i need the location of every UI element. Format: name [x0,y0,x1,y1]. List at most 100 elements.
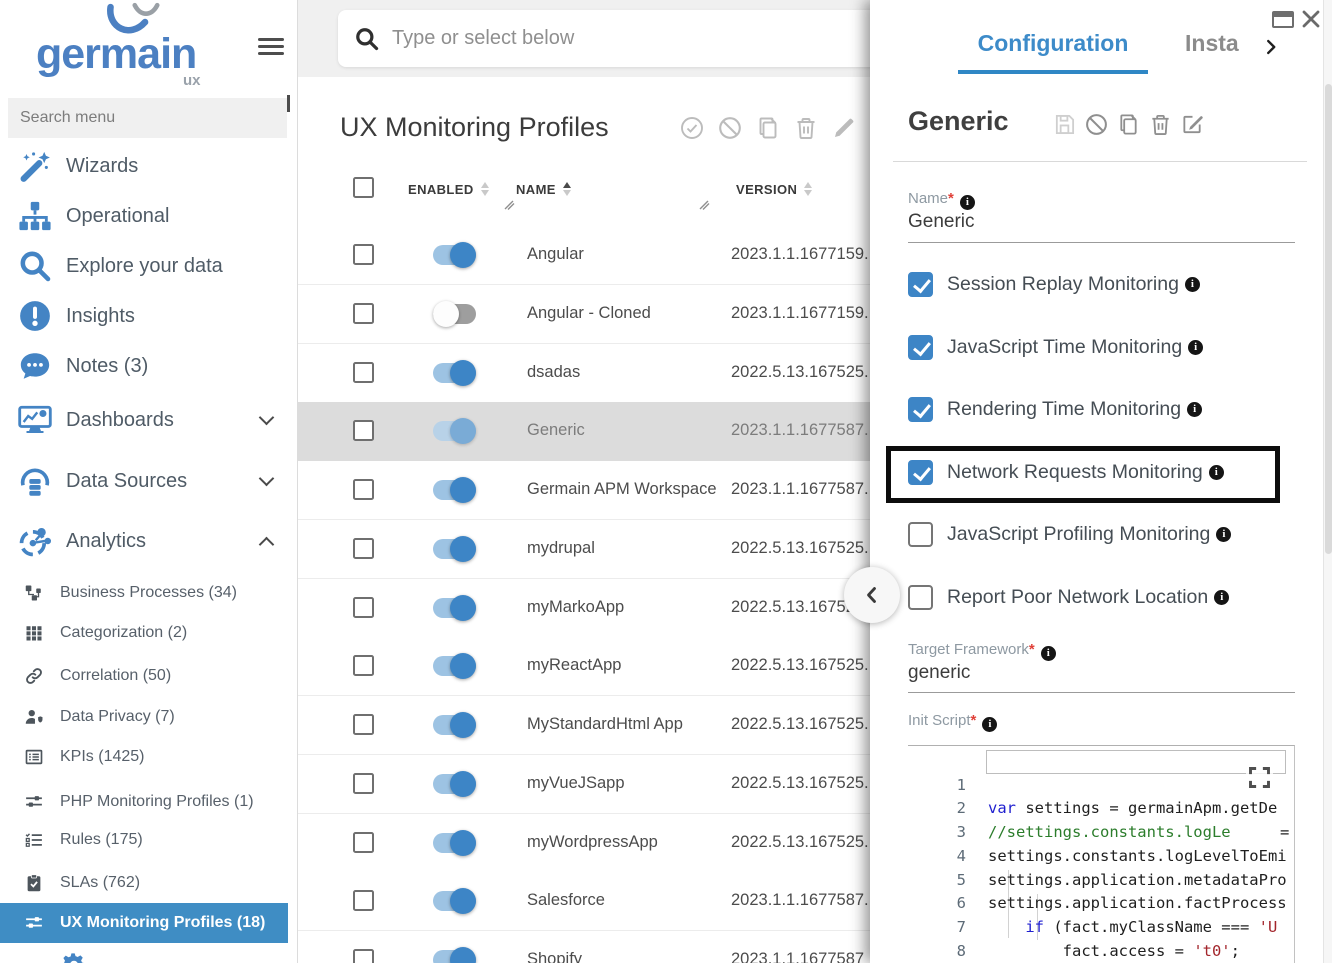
copy-icon[interactable] [756,116,780,140]
info-icon[interactable]: i [1209,465,1224,480]
name-field-value[interactable]: Generic [908,211,975,233]
sidebar-subitem-business-processes[interactable]: Business Processes (34) [0,573,288,613]
option-checkbox[interactable] [908,585,933,610]
table-row[interactable]: dsadas 2022.5.13.167525. [298,344,870,403]
table-row[interactable]: Salesforce 2023.1.1.1677587. [298,872,870,931]
enabled-toggle[interactable] [433,245,476,265]
sidebar-subitem-kpis[interactable]: KPIs (1425) [0,737,288,777]
enabled-toggle[interactable] [433,421,476,441]
sidebar-item-notes-3[interactable]: Notes (3) [0,344,288,388]
info-icon[interactable]: i [1187,402,1202,417]
column-header-name[interactable]: NAME [516,181,572,197]
table-row[interactable]: myMarkoApp 2022.5.13.167525. [298,579,870,638]
sort-icon-asc[interactable] [563,181,572,197]
init-script-editor[interactable]: 1 var settings = germainApm.getDe 2 //se… [908,745,1295,963]
sidebar-subitem-data-privacy[interactable]: Data Privacy (7) [0,697,288,737]
table-row[interactable]: Shopify 2023.1.1.1677587 [298,931,870,963]
info-icon[interactable]: i [1188,340,1203,355]
tab-installation[interactable]: Insta [1185,30,1239,57]
table-row[interactable]: Angular - Cloned 2023.1.1.1677159. [298,285,870,344]
table-row[interactable]: Germain APM Workspace 2023.1.1.1677587. [298,461,870,520]
enabled-toggle[interactable] [433,833,476,853]
table-row[interactable]: Generic 2023.1.1.1677587. [298,402,870,461]
option-checkbox[interactable] [908,460,933,485]
collapse-panel-button[interactable] [844,567,900,623]
info-icon[interactable]: i [1185,277,1200,292]
table-row[interactable]: myWordpressApp 2022.5.13.167525. [298,814,870,873]
sidebar-item-explore-your-data[interactable]: Explore your data [0,244,288,288]
row-checkbox[interactable] [353,714,374,735]
row-checkbox[interactable] [353,832,374,853]
row-checkbox[interactable] [353,597,374,618]
save-icon[interactable] [1053,113,1076,136]
chevron-down-icon[interactable] [259,410,275,426]
sidebar-subitem-slas[interactable]: SLAs (762) [0,863,288,903]
table-row[interactable]: mydrupal 2022.5.13.167525. [298,520,870,579]
detail-scrollbar[interactable] [1323,0,1332,963]
option-checkbox[interactable] [908,522,933,547]
sort-icon[interactable] [481,181,490,197]
sidebar-item-wizards[interactable]: Wizards [0,144,288,188]
target-framework-value[interactable]: generic [908,662,970,684]
table-row[interactable]: Angular 2023.1.1.1677159. [298,226,870,285]
sidebar-item-dashboards[interactable]: Dashboards [0,398,288,442]
sidebar-subitem-ux-monitoring-profiles[interactable]: UX Monitoring Profiles (18) [0,903,288,943]
sort-icon[interactable] [804,181,813,197]
sidebar-item-insights[interactable]: Insights [0,294,288,338]
enabled-toggle[interactable] [433,539,476,559]
window-restore-icon[interactable] [1272,11,1294,28]
option-checkbox[interactable] [908,272,933,297]
sidebar-search-input[interactable] [8,98,287,138]
edit-icon[interactable] [1181,113,1204,136]
pencil-icon[interactable] [832,116,856,140]
chevron-down-icon[interactable] [259,471,275,487]
sidebar-scrollbar-thumb[interactable] [287,95,290,112]
enabled-toggle[interactable] [433,363,476,383]
enabled-toggle[interactable] [433,598,476,618]
ban-icon[interactable] [1085,113,1108,136]
option-checkbox[interactable] [908,335,933,360]
tab-configuration[interactable]: Configuration [958,30,1148,57]
chevron-up-icon[interactable] [259,537,275,553]
enabled-toggle[interactable] [433,891,476,911]
copy-icon[interactable] [1117,113,1140,136]
row-checkbox[interactable] [353,362,374,383]
scrollbar-thumb[interactable] [1325,84,1332,554]
main-search-input[interactable] [392,27,870,50]
row-checkbox[interactable] [353,655,374,676]
row-checkbox[interactable] [353,538,374,559]
sidebar-item-analytics[interactable]: Analytics [0,519,288,563]
info-icon[interactable]: i [960,195,975,210]
column-header-enabled[interactable]: ENABLED [408,181,490,197]
trash-icon[interactable] [1149,113,1172,136]
sidebar-item-data-sources[interactable]: Data Sources [0,459,288,503]
chevron-right-icon[interactable] [1260,36,1282,58]
option-checkbox[interactable] [908,397,933,422]
close-icon[interactable] [1300,8,1322,30]
table-row[interactable]: myVueJSapp 2022.5.13.167525. [298,755,870,814]
row-checkbox[interactable] [353,949,374,963]
row-checkbox[interactable] [353,244,374,265]
ban-icon[interactable] [718,116,742,140]
enabled-toggle[interactable] [433,950,476,963]
info-icon[interactable]: i [1214,590,1229,605]
sidebar-subitem-categorization[interactable]: Categorization (2) [0,613,288,653]
hamburger-menu-icon[interactable] [258,38,284,57]
row-checkbox[interactable] [353,303,374,324]
trash-icon[interactable] [794,116,818,140]
column-header-version[interactable]: VERSION [736,181,813,197]
info-icon[interactable]: i [1216,527,1231,542]
enabled-toggle[interactable] [433,774,476,794]
table-row[interactable]: MyStandardHtml App 2022.5.13.167525. [298,696,870,755]
info-icon[interactable]: i [1041,646,1056,661]
sidebar-subitem-php-monitoring-profiles[interactable]: PHP Monitoring Profiles (1) [0,782,288,822]
enabled-toggle[interactable] [433,480,476,500]
enabled-toggle[interactable] [433,304,476,324]
sidebar-subitem-correlation[interactable]: Correlation (50) [0,656,288,696]
info-icon[interactable]: i [982,717,997,732]
enabled-toggle[interactable] [433,656,476,676]
check-circle-icon[interactable] [680,116,704,140]
row-checkbox[interactable] [353,479,374,500]
table-row[interactable]: myReactApp 2022.5.13.167525. [298,637,870,696]
row-checkbox[interactable] [353,420,374,441]
